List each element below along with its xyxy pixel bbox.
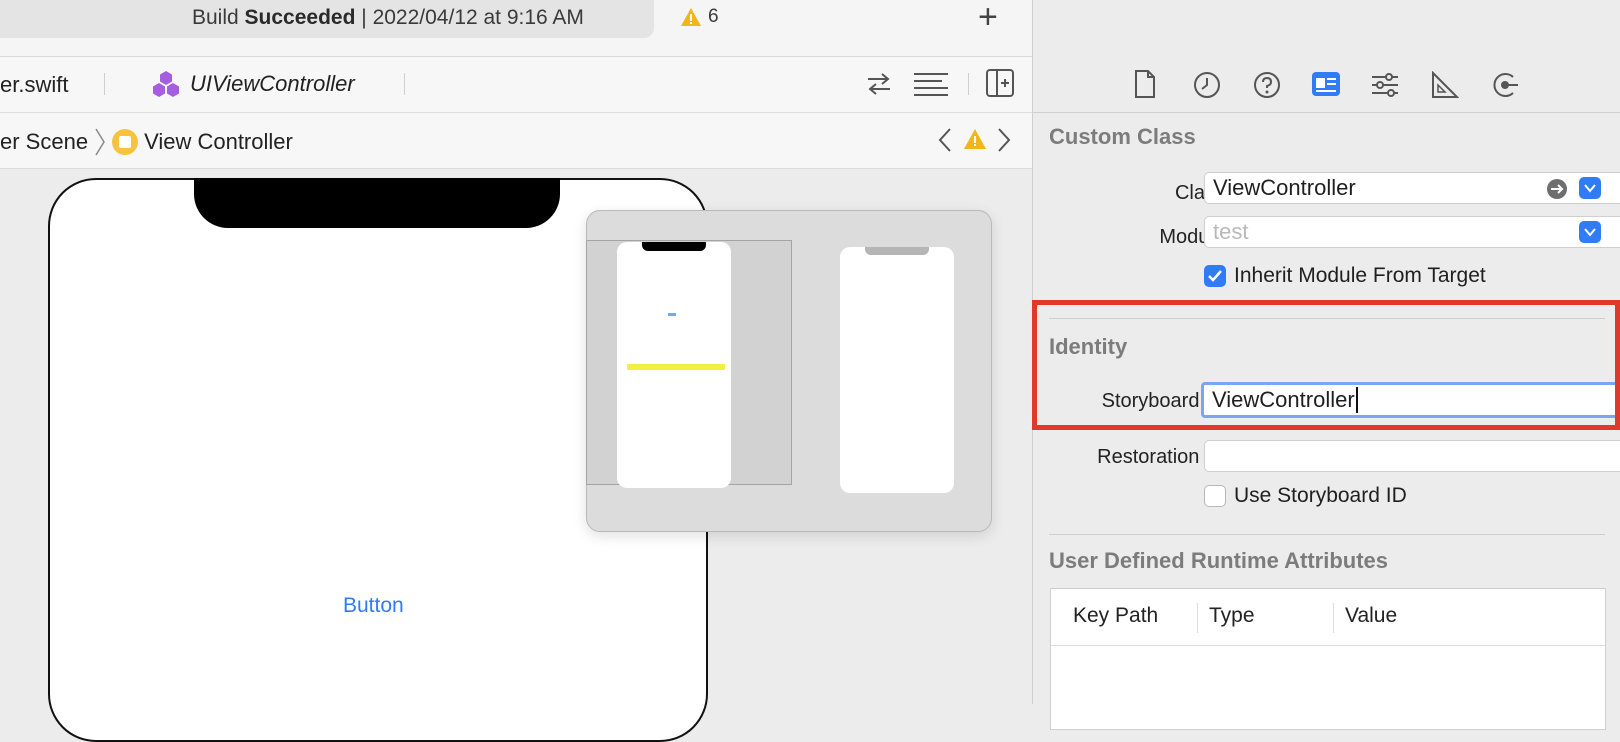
class-go-button[interactable] <box>1546 178 1568 205</box>
minimap-notch <box>642 242 706 251</box>
warning-count: 6 <box>708 6 719 27</box>
connections-inspector-tab[interactable] <box>1491 71 1519 104</box>
inherit-module-row[interactable]: Inherit Module From Target <box>1204 264 1486 288</box>
tab-divider <box>404 73 405 95</box>
use-storyboard-id-checkbox[interactable] <box>1204 485 1226 507</box>
quick-help-tab[interactable] <box>1253 71 1281 104</box>
chevron-right-icon <box>998 128 1011 152</box>
tab-divider <box>104 73 105 95</box>
view-controller-icon <box>112 129 139 155</box>
history-inspector-tab[interactable] <box>1193 71 1221 104</box>
tab-swift-file[interactable]: er.swift <box>0 72 68 98</box>
jump-bar: er Scene View Controller <box>0 113 1032 169</box>
build-status-result: Succeeded <box>244 6 356 29</box>
inherit-module-label: Inherit Module From Target <box>1234 264 1486 287</box>
size-inspector-tab[interactable] <box>1431 70 1460 104</box>
restoration-id-field[interactable] <box>1204 440 1620 472</box>
column-type[interactable]: Type <box>1209 604 1255 628</box>
sliders-icon <box>1372 73 1398 97</box>
split-editor-icon <box>986 69 1014 97</box>
module-dropdown-button[interactable] <box>1579 221 1601 243</box>
minimap-button-mark <box>668 313 676 316</box>
module-placeholder: test <box>1213 219 1249 244</box>
table-header: Key Path Type Value <box>1051 589 1605 646</box>
device-notch <box>194 178 560 228</box>
tab-divider <box>968 73 969 95</box>
editor-tab-bar: er.swift UIViewController <box>0 57 1032 113</box>
use-storyboard-id-label: Use Storyboard ID <box>1234 484 1407 507</box>
clock-icon <box>1194 72 1220 98</box>
next-issue-button[interactable] <box>997 127 1011 158</box>
chevron-right-icon <box>95 128 105 156</box>
tab-uiviewcontroller[interactable]: UIViewController <box>150 69 355 99</box>
arrow-circle-icon <box>1493 73 1518 97</box>
build-status-time: | 2022/04/12 at 9:16 AM <box>361 6 584 29</box>
question-icon <box>1254 72 1280 98</box>
issue-indicator[interactable] <box>963 128 987 155</box>
custom-class-title: Custom Class <box>1049 124 1196 149</box>
warning-icon <box>964 129 986 149</box>
section-divider <box>1049 534 1605 535</box>
class-value: ViewController <box>1213 175 1356 200</box>
ruler-icon <box>1432 70 1460 98</box>
column-divider <box>1197 603 1198 633</box>
build-status: Build Succeeded | 2022/04/12 at 9:16 AM <box>192 6 584 30</box>
chevron-left-icon <box>938 128 951 152</box>
identity-highlight-box <box>1032 300 1620 430</box>
use-storyboard-id-row[interactable]: Use Storyboard ID <box>1204 484 1407 508</box>
minimap-scene-2[interactable] <box>840 247 954 493</box>
add-library-button[interactable]: + <box>978 0 998 34</box>
tab-uiviewcontroller-label: UIViewController <box>190 71 355 96</box>
breadcrumb: er Scene View Controller <box>0 127 293 157</box>
class-dropdown-button[interactable] <box>1579 177 1601 199</box>
file-inspector-tab[interactable] <box>1133 70 1157 103</box>
lines-icon <box>914 73 948 96</box>
runtime-attributes-table[interactable]: Key Path Type Value <box>1050 588 1606 730</box>
document-icon <box>1135 70 1155 98</box>
editor-options-button[interactable] <box>912 71 950 104</box>
identity-inspector-tab[interactable] <box>1312 72 1340 101</box>
warning-indicator[interactable]: 6 <box>680 6 719 28</box>
checkmark-icon <box>1208 270 1222 282</box>
breadcrumb-view-controller[interactable]: View Controller <box>144 129 293 155</box>
class-hex-icon <box>153 71 179 97</box>
swap-arrows-icon <box>868 73 890 95</box>
minimap-label-mark <box>627 364 725 370</box>
runtime-attributes-title: User Defined Runtime Attributes <box>1049 548 1389 573</box>
column-key-path[interactable]: Key Path <box>1073 604 1158 628</box>
storyboard-button[interactable]: Button <box>343 594 404 618</box>
minimap-notch <box>865 247 929 255</box>
build-status-prefix: Build <box>192 6 239 29</box>
id-card-icon <box>1312 72 1340 96</box>
chevron-down-icon <box>1584 228 1596 237</box>
breadcrumb-scene[interactable]: er Scene <box>0 129 88 155</box>
related-items-button[interactable] <box>864 70 894 103</box>
module-field[interactable]: test <box>1204 216 1620 248</box>
warning-icon <box>681 8 701 26</box>
add-editor-button[interactable] <box>986 69 1014 102</box>
inherit-module-checkbox[interactable] <box>1204 265 1226 287</box>
chevron-down-icon <box>1584 184 1596 193</box>
arrow-right-circle-icon <box>1547 179 1567 199</box>
attributes-inspector-tab[interactable] <box>1371 71 1399 104</box>
column-divider <box>1333 603 1334 633</box>
column-value[interactable]: Value <box>1345 604 1397 628</box>
inspector-tab-divider <box>1033 112 1620 113</box>
previous-issue-button[interactable] <box>938 127 952 158</box>
toolbar: Build Succeeded | 2022/04/12 at 9:16 AM … <box>0 0 1032 57</box>
